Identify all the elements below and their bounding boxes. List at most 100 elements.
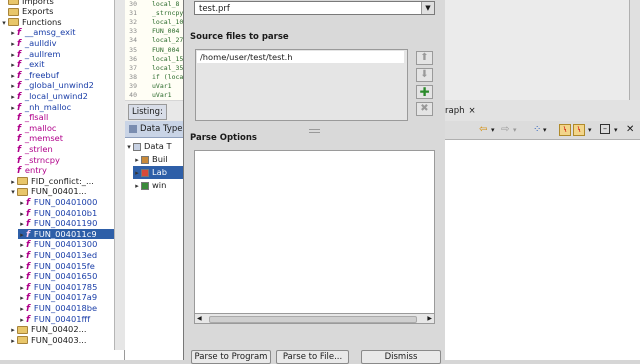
scroll-left-icon[interactable]: ◀ [197,314,202,323]
tree-function[interactable]: ▸ f _nh_malloc [9,102,114,113]
tree-function[interactable]: f _strlen [9,144,114,155]
scroll-right-icon[interactable]: ▶ [427,314,432,323]
tree-expand-toggle[interactable]: ▾ [125,141,133,154]
profile-select[interactable]: test.prf ▼ [194,1,435,15]
tree-expand-toggle[interactable]: ▸ [9,336,17,347]
split-divider[interactable] [184,128,445,133]
tree-function[interactable]: ▸ f FUN_004013ed [18,250,114,261]
tree-function[interactable]: f _flsall [9,112,114,123]
function-icon: f [17,113,21,124]
tree-function[interactable]: ▸ f _local_unwind2 [9,91,114,102]
code-line[interactable]: uVar1 [152,82,172,90]
tree-function[interactable]: ▸ f FUN_004017a9 [18,292,114,303]
tree-item-label: _freebuf [24,69,59,80]
parse-options-text[interactable] [194,150,435,324]
scroll-thumb[interactable] [209,316,417,323]
tree-function[interactable]: ▸ f FUN_00401fff [18,314,114,325]
parse-to-file-button[interactable]: Parse to File... [276,350,349,364]
tree-function[interactable]: f _memset [9,133,114,144]
chevron-down-icon[interactable]: ▾ [614,124,618,136]
tree-function[interactable]: ▸ f FUN_004018be [18,303,114,314]
chevron-down-icon[interactable]: ▾ [588,124,592,136]
data-type-manager: Data Type ▾ Data T ▸ Buil ▸ Lab ▸ win [125,121,183,360]
tree-folder[interactable]: ▸ FUN_00402... [9,324,114,335]
function-icon: f [17,166,21,177]
parse-to-program-button[interactable]: Parse to Program [191,350,271,364]
tree-function[interactable]: f _malloc [9,123,114,134]
data-type-row[interactable]: ▸ win [133,179,183,192]
code-line[interactable]: local_27 [152,36,183,44]
move-down-icon[interactable]: ⬇ [416,68,433,82]
tree-folder[interactable]: Exports [0,6,114,17]
chevron-down-icon[interactable]: ▾ [513,124,517,136]
function-icon: f [26,208,30,219]
dismiss-button[interactable]: Dismiss [361,350,441,364]
tree-function[interactable]: f _strncpy [9,155,114,166]
tree-folder[interactable]: ▸ FID_conflict:_... [9,176,114,187]
code-line[interactable]: local_15 [152,55,183,63]
chevron-down-icon[interactable]: ▼ [421,2,434,14]
remove-file-icon[interactable]: ✖ [416,102,433,116]
code-line[interactable]: if (local [152,73,183,81]
filter-off-icon[interactable]: ⧷ [573,124,585,136]
filter-icon[interactable]: ⧷ [559,124,571,136]
code-line[interactable]: FUN_004 [152,27,179,35]
chevron-down-icon[interactable]: ▾ [543,124,547,136]
forward-arrow-icon[interactable]: ⇨ [501,124,509,136]
source-files-list[interactable]: /home/user/test/test.h [195,49,408,121]
minimize-icon[interactable]: – [600,124,610,134]
tree-item-label: FUN_00401000 [33,196,98,207]
code-line[interactable]: local_8 [152,0,179,8]
tree-function[interactable]: f entry [9,165,114,176]
tree-expand-toggle[interactable]: ▾ [9,187,17,198]
back-arrow-icon[interactable]: ⇦ [479,124,487,136]
tab-graph[interactable]: raph × [445,104,479,118]
code-line[interactable]: uVar1 [152,91,172,99]
tree-function[interactable]: ▸ f FUN_00401650 [18,271,114,282]
tree-function[interactable]: ▸ f _freebuf [9,70,114,81]
close-icon[interactable]: × [469,106,476,116]
tree-item-label: FID_conflict:_... [31,175,94,186]
tree-item-label: FUN_004017a9 [33,292,98,303]
tree-function[interactable]: ▸ f FUN_00401785 [18,282,114,293]
layout-icon[interactable]: ⁘ [533,124,541,136]
tree-expand-toggle[interactable]: ▸ [133,180,141,193]
add-file-icon[interactable]: ✚ [416,85,433,99]
tab-listing[interactable]: Listing: [128,104,167,120]
tree-folder[interactable]: ▸ FUN_00403... [9,335,114,346]
line-number: 40 [129,91,137,99]
code-line[interactable]: local_35 [152,64,183,72]
tree-item-label: Imports [22,0,54,6]
tree-function[interactable]: ▸ f FUN_00401190 [18,218,114,229]
code-line[interactable]: local_10 [152,18,183,26]
function-icon: f [26,197,30,208]
tree-function[interactable]: ▸ f FUN_00401000 [18,197,114,208]
tree-folder[interactable]: ▾ Functions [0,17,114,28]
listing-tab-bar: Listing: [125,101,183,122]
tree-item-label: _exit [24,59,45,70]
tree-function[interactable]: ▸ f _exit [9,59,114,70]
tree-function[interactable]: ▸ f FUN_004010b1 [18,208,114,219]
data-type-row[interactable]: ▸ Buil [133,153,183,166]
tree-function[interactable]: ▸ f __amsg_exit [9,27,114,38]
chevron-down-icon[interactable]: ▾ [491,124,495,136]
close-icon[interactable]: ✕ [626,124,634,136]
code-line[interactable]: FUN_004 [152,46,179,54]
data-type-row[interactable]: ▸ Lab [133,166,183,179]
tree-expand-toggle[interactable]: ▾ [0,18,8,29]
tree-function[interactable]: ▸ f _global_unwind2 [9,80,114,91]
tree-function[interactable]: ▸ f _aulldiv [9,38,114,49]
code-line[interactable]: _strncpy [152,9,183,17]
source-file-item[interactable]: /home/user/test/test.h [197,51,404,63]
tree-function[interactable]: ▸ f FUN_00401300 [18,239,114,250]
options-horizontal-scrollbar[interactable]: ◀ ▶ [194,313,435,324]
tree-scrollbar[interactable] [114,0,125,350]
move-up-icon[interactable]: ⬆ [416,51,433,65]
tree-function[interactable]: ▸ f _aullrem [9,49,114,60]
function-icon: f [17,155,21,166]
data-type-row[interactable]: ▾ Data T [125,140,183,153]
tree-function[interactable]: ▸ f FUN_004015fe [18,261,114,272]
tree-folder[interactable]: ▾ FUN_00401... [9,186,114,197]
code-view-scrollbar[interactable] [629,0,640,100]
tree-function[interactable]: ▸ f FUN_004011c9 [18,228,114,240]
